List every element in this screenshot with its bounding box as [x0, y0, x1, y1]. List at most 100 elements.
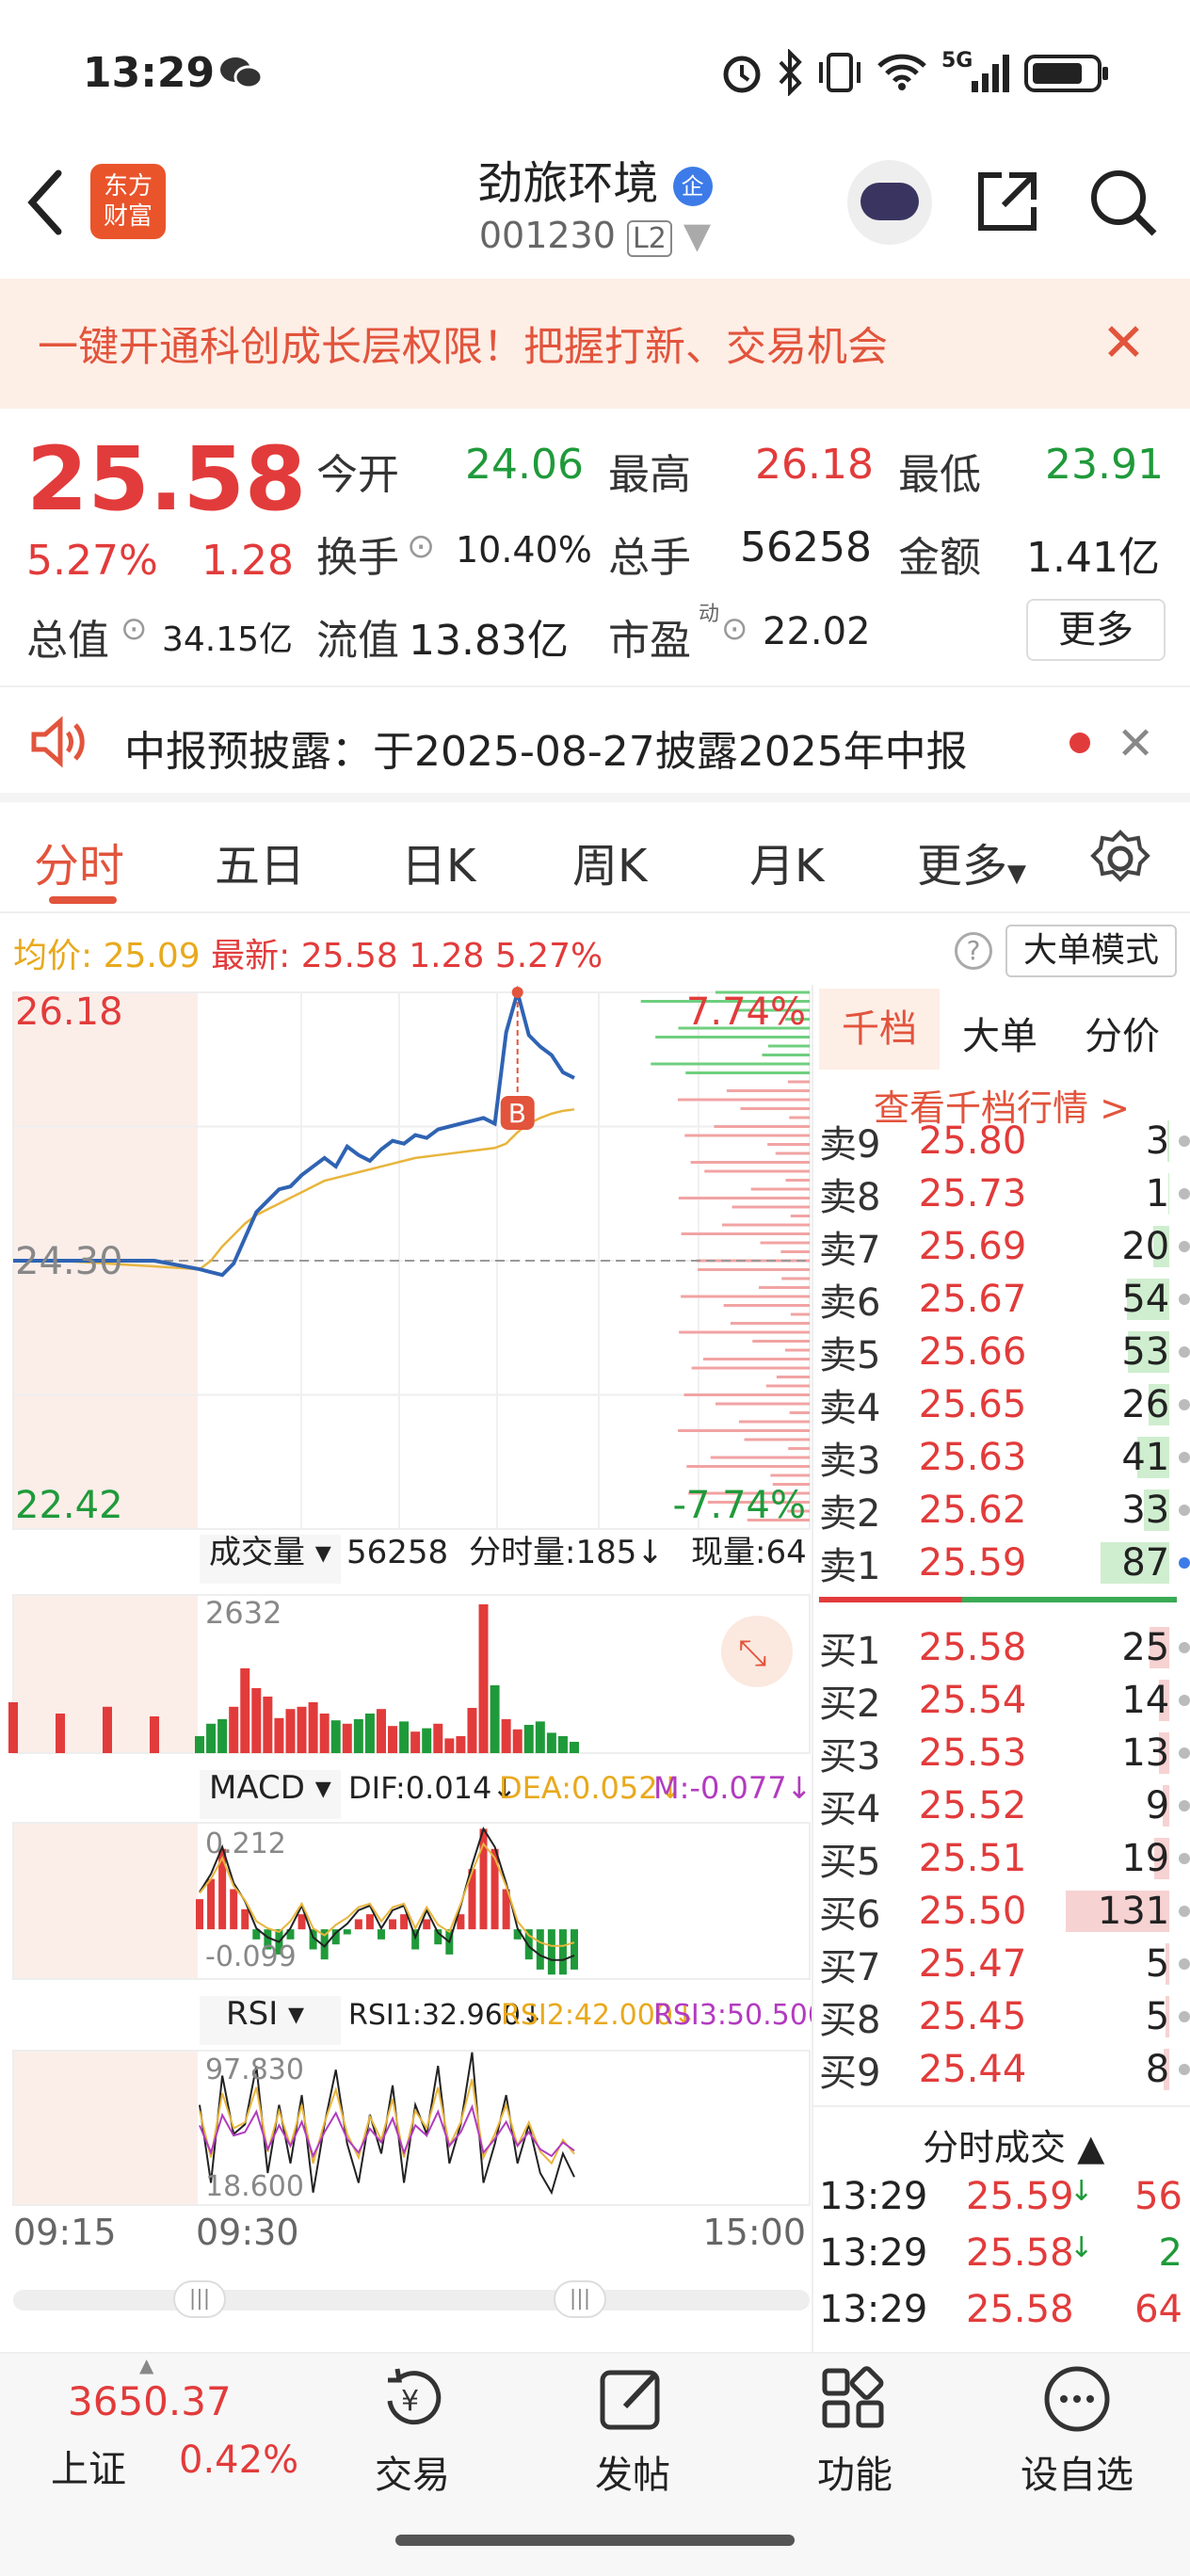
- dropdown-icon[interactable]: ▼: [683, 215, 711, 256]
- info-icon-3[interactable]: ⊙: [721, 610, 748, 648]
- sell-row[interactable]: 卖4 25.65 26: [819, 1378, 1190, 1431]
- info-icon-2[interactable]: ⊙: [121, 610, 148, 648]
- big-order-mode-button[interactable]: 大单模式: [1005, 925, 1177, 977]
- close-notice-icon[interactable]: ✕: [1117, 717, 1154, 770]
- more-button[interactable]: 更多: [1026, 599, 1166, 661]
- tab-big-orders[interactable]: 大单: [962, 1006, 1037, 1060]
- macd-min-label: -0.099: [205, 1940, 297, 1973]
- book-volume: 87: [1121, 1541, 1170, 1585]
- sell-row[interactable]: 卖7 25.69 20: [819, 1220, 1190, 1273]
- macd-preopen-shade: [13, 1823, 198, 1979]
- buy-row[interactable]: 买8 25.45 5: [819, 1990, 1190, 2043]
- x-tick: 09:30: [196, 2212, 299, 2253]
- book-volume: 131: [1097, 1890, 1170, 1933]
- assistant-avatar[interactable]: [847, 160, 932, 245]
- book-volume-cell: 87: [1101, 1541, 1170, 1585]
- float-value: 13.83亿: [409, 617, 569, 665]
- intraday-chart[interactable]: B 26.18 24.30 22.42 7.74% -7.74% 成交量 ▾ 56258 分时量…: [0, 985, 813, 2256]
- rsi3-label: RSI3:50.500↓: [653, 1999, 813, 2032]
- nav-watchlist-label: 设自选: [1021, 2454, 1134, 2497]
- share-icon[interactable]: [973, 168, 1041, 235]
- nav-post[interactable]: 发帖: [539, 2363, 727, 2499]
- range-track[interactable]: [13, 2290, 810, 2310]
- high-value: 26.18: [755, 441, 874, 489]
- sell-row[interactable]: 卖2 25.62 33: [819, 1484, 1190, 1537]
- sell-row[interactable]: 卖3 25.63 41: [819, 1431, 1190, 1484]
- volume-bar: [330, 1720, 341, 1753]
- enterprise-badge: 企: [672, 167, 713, 206]
- volume-bar: [478, 1604, 489, 1753]
- book-volume: 54: [1121, 1278, 1170, 1321]
- tab-more[interactable]: 更多▼: [917, 829, 1026, 894]
- m-label: M:-0.077↓: [653, 1770, 812, 1806]
- range-handle-left[interactable]: |||: [173, 2280, 226, 2318]
- tab-price-dist[interactable]: 分价: [1085, 1006, 1160, 1060]
- change-pct: 5.27%: [26, 537, 158, 585]
- book-level-label: 买7: [819, 1946, 881, 1989]
- sell-row[interactable]: 卖8 25.73 1: [819, 1167, 1190, 1220]
- book-dot: [1179, 1906, 1190, 1917]
- nav-watchlist[interactable]: 设自选: [983, 2363, 1171, 2499]
- volume-bar: [422, 1728, 432, 1753]
- volume-bar: [217, 1718, 228, 1753]
- help-icon[interactable]: ?: [955, 932, 992, 970]
- promo-banner[interactable]: 一键开通科创成长层权限！把握打新、交易机会: [0, 279, 1190, 409]
- trade-icon: ¥: [387, 2368, 442, 2425]
- settings-icon[interactable]: [1090, 829, 1150, 889]
- buy-row[interactable]: 买9 25.44 8: [819, 2043, 1190, 2096]
- home-indicator[interactable]: [395, 2535, 795, 2546]
- buy-row[interactable]: 买5 25.51 19: [819, 1832, 1190, 1885]
- nav-functions[interactable]: 功能: [761, 2363, 949, 2499]
- book-dot: [1179, 1241, 1190, 1252]
- sell-row[interactable]: 卖6 25.67 54: [819, 1273, 1190, 1326]
- book-price: 25.69: [918, 1225, 1027, 1268]
- index-pct[interactable]: 0.42%: [179, 2439, 298, 2482]
- book-level-label: 买9: [819, 2052, 881, 2095]
- tick-volume: 56: [1134, 2175, 1182, 2218]
- nav-trade[interactable]: ¥ 交易: [318, 2363, 507, 2499]
- tab-5day[interactable]: 五日: [215, 829, 305, 894]
- volume-bar: [56, 1713, 65, 1753]
- book-volume-cell: 3: [1103, 1120, 1170, 1162]
- buy-row[interactable]: 买3 25.53 13: [819, 1727, 1190, 1779]
- book-level-label: 卖7: [819, 1229, 881, 1272]
- tab-weekly-k[interactable]: 周K: [572, 829, 647, 894]
- volume-bar: [490, 1684, 500, 1753]
- sell-row[interactable]: 卖1 25.59 87: [819, 1537, 1190, 1589]
- range-handle-right[interactable]: |||: [554, 2280, 606, 2318]
- search-icon[interactable]: [1088, 168, 1158, 237]
- volume-value: 56258: [740, 523, 872, 572]
- vibrate-icon: [819, 53, 860, 92]
- buy-row[interactable]: 买4 25.52 9: [819, 1779, 1190, 1832]
- pct-down-label: -7.74%: [672, 1484, 806, 1527]
- book-volume-cell: 9: [1103, 1785, 1170, 1827]
- sell-row[interactable]: 卖5 25.66 53: [819, 1326, 1190, 1378]
- book-dot: [1179, 1294, 1190, 1305]
- book-volume-cell: 20: [1103, 1226, 1170, 1267]
- buy-row[interactable]: 买6 25.50 131: [819, 1885, 1190, 1938]
- index-name[interactable]: 上证: [51, 2439, 126, 2493]
- volume-bar: [8, 1701, 18, 1753]
- index-value[interactable]: 3650.37: [68, 2378, 232, 2424]
- tick-price: 25.58: [966, 2288, 1074, 2331]
- tab-intraday[interactable]: 分时: [34, 829, 124, 894]
- speaker-icon: [31, 716, 85, 768]
- book-level-label: 卖8: [819, 1176, 881, 1219]
- expand-icon: ⤡: [738, 1632, 766, 1673]
- tab-monthly-k[interactable]: 月K: [749, 829, 824, 894]
- info-icon[interactable]: ⊙: [407, 527, 435, 566]
- buy-row[interactable]: 买1 25.58 25: [819, 1621, 1190, 1674]
- last-chg: 1.28: [409, 937, 485, 975]
- tab-daily-k[interactable]: 日K: [401, 829, 475, 894]
- book-dot: [1179, 1800, 1190, 1811]
- buy-row[interactable]: 买2 25.54 14: [819, 1674, 1190, 1727]
- buy-row[interactable]: 买7 25.47 5: [819, 1938, 1190, 1990]
- ticks-title[interactable]: 分时成交 ▲: [923, 2118, 1104, 2170]
- close-banner-icon[interactable]: ✕: [1102, 313, 1146, 374]
- sell-row[interactable]: 卖9 25.80 3: [819, 1115, 1190, 1167]
- volume-bar: [263, 1696, 273, 1753]
- book-price: 25.65: [918, 1383, 1027, 1426]
- tab-depth[interactable]: 千档: [819, 989, 940, 1070]
- battery-icon: [1024, 55, 1108, 92]
